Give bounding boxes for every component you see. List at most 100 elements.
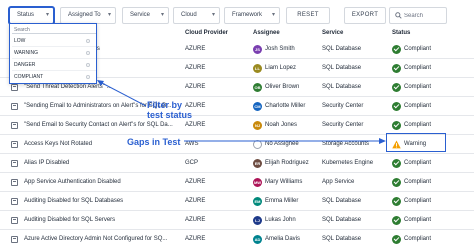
cloud-provider: AZURE [185,84,206,90]
cloud-provider: AZURE [185,198,206,204]
cloud-filter[interactable]: Cloud ▾ [173,7,220,24]
check-circle-icon [392,83,401,92]
dropdown-option-compliant[interactable]: COMPLIANT [12,71,96,83]
chevron-down-icon: ▾ [107,12,111,18]
finding-name: Azure Active Directory Admin Not Configu… [24,236,168,242]
radio-icon [86,39,90,43]
row-checkbox[interactable] [11,103,18,110]
status-label: Compliant [404,65,432,71]
status-label: Compliant [404,103,432,109]
table-row[interactable]: Alias IP Disabled GCP ER Elijah Rodriguez Ku… [0,154,474,173]
service-name: Security Center [322,103,364,109]
check-circle-icon [392,216,401,225]
dropdown-search-input[interactable]: Search [12,26,96,34]
assigned-to-filter-label: Assigned To [68,12,101,18]
framework-filter[interactable]: Framework ▾ [224,7,280,24]
row-checkbox[interactable] [11,198,18,205]
row-checkbox[interactable] [11,236,18,243]
cloud-provider: GCP [185,160,199,166]
status-label: Compliant [404,217,432,223]
avatar: LL [253,64,262,73]
chevron-down-icon: ▾ [160,12,164,18]
table-row[interactable]: Auditing Disabled for SQL Databases AZURE… [0,192,474,211]
avatar: NJ [253,121,262,130]
check-circle-icon [392,102,401,111]
status-dropdown: Search LOW WARNING DANGER COMPLIANT [9,23,97,84]
dropdown-option-warning[interactable]: WARNING [12,47,96,59]
radio-icon [86,75,90,79]
radio-icon [86,63,90,67]
service-filter[interactable]: Service ▾ [122,7,169,24]
filter-callout: Filter by test status [147,100,192,120]
check-circle-icon [392,159,401,168]
check-circle-icon [392,178,401,187]
dropdown-option-danger[interactable]: DANGER [12,59,96,71]
assignee-name: Lukas John [265,217,296,223]
search-icon [395,12,402,19]
avatar: CM [253,102,262,111]
cloud-provider: AZURE [185,65,206,71]
cloud-provider: AZURE [185,122,206,128]
avatar: MW [253,178,262,187]
chevron-down-icon: ▾ [271,12,275,18]
status-label: Compliant [404,46,432,52]
status-label: Compliant [404,179,432,185]
check-circle-icon [392,121,401,130]
assignee-name: Charlotte Miller [265,103,306,109]
service-name: SQL Database [322,65,362,71]
row-checkbox[interactable] [11,179,18,186]
dropdown-option-label: DANGER [14,62,36,68]
row-checkbox[interactable] [11,84,18,91]
dropdown-option-low[interactable]: LOW [12,35,96,47]
check-circle-icon [392,64,401,73]
service-name: SQL Database [322,46,362,52]
table-row[interactable]: Azure Active Directory Admin Not Configu… [0,230,474,248]
search-input[interactable] [404,9,444,22]
assignee-name: Amelia Davis [265,236,301,242]
warning-highlight [386,133,446,152]
status-filter-label: Status [17,12,35,18]
row-checkbox[interactable] [11,217,18,224]
filter-arrow-icon [97,80,147,107]
assignee-name: Josh Smith [265,46,295,52]
export-button[interactable]: EXPORT [344,7,386,24]
assignee-name: Elijah Rodriguez [265,160,309,166]
row-checkbox[interactable] [11,141,18,148]
check-circle-icon [392,45,401,54]
service-name: Security Center [322,122,364,128]
cloud-filter-label: Cloud [181,12,197,18]
row-checkbox[interactable] [11,160,18,167]
status-label: Compliant [404,122,432,128]
service-filter-label: Service [130,12,151,18]
finding-name: Access Keys Not Rotated [24,141,93,147]
status-filter[interactable]: Status ▾ [9,7,54,24]
reset-button[interactable]: RESET [286,7,330,24]
service-name: SQL Database [322,217,362,223]
status-label: Compliant [404,198,432,204]
status-label: Compliant [404,236,432,242]
table-row[interactable]: "Sending Email to Administrators on Aler… [0,97,474,116]
table-row[interactable]: Auditing Disabled for SQL Servers AZURE LJ… [0,211,474,230]
service-name: SQL Database [322,236,362,242]
check-circle-icon [392,197,401,206]
gaps-callout: Gaps in Test [127,137,181,147]
finding-name: Auditing Disabled for SQL Databases [24,198,124,204]
finding-name: Alias IP Disabled [24,160,70,166]
column-header-status[interactable]: Status [392,30,410,36]
service-name: App Service [322,179,355,185]
assignee-name: Mary Williams [265,179,303,185]
cloud-provider: AZURE [185,46,206,52]
filter-callout-line2: test status [147,110,193,120]
chevron-down-icon: ▾ [211,12,215,18]
assigned-to-filter[interactable]: Assigned To ▾ [60,7,116,24]
column-header-service[interactable]: Service [322,30,343,36]
column-header-assignee[interactable]: Assignee [253,30,280,36]
column-header-cloud[interactable]: Cloud Provider [185,30,228,36]
avatar: JS [253,45,262,54]
row-checkbox[interactable] [11,122,18,129]
cloud-provider: AZURE [185,236,206,242]
table-row[interactable]: App Service Authentication Disabled AZURE… [0,173,474,192]
dropdown-option-label: LOW [14,38,26,44]
service-name: SQL Database [322,198,362,204]
assignee-name: Noah Jones [265,122,298,128]
